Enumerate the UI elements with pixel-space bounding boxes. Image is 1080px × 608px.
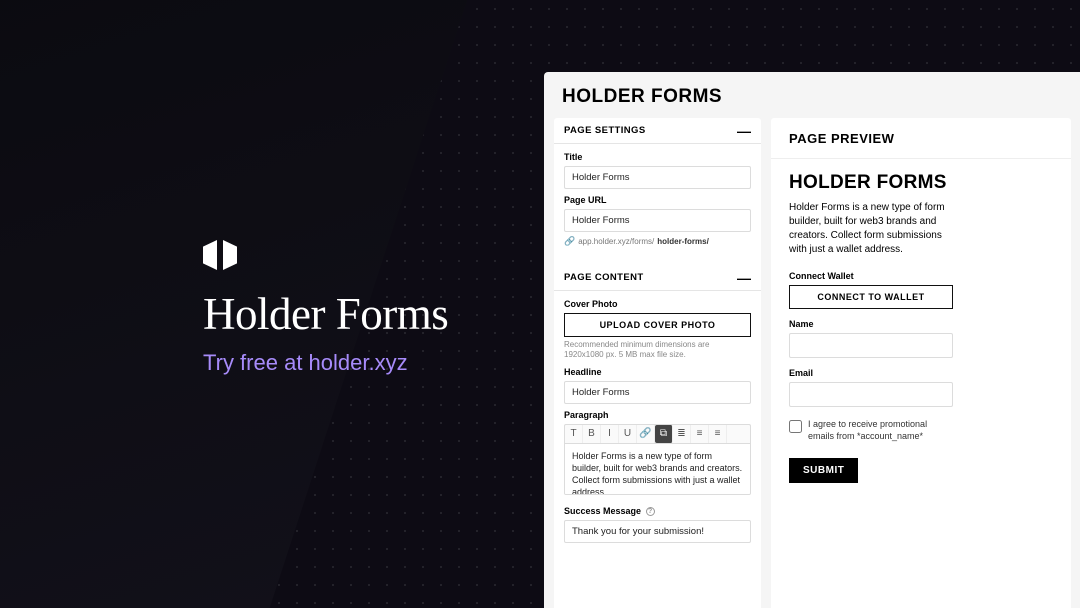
cover-photo-label: Cover Photo — [564, 299, 751, 309]
help-icon[interactable]: ? — [646, 507, 655, 516]
rte-link-button[interactable]: 🔗 — [637, 425, 655, 443]
collapse-icon: — — [737, 273, 751, 283]
preview-paragraph: Holder Forms is a new type of form build… — [789, 201, 953, 257]
consent-row: I agree to receive promotional emails fr… — [789, 419, 953, 442]
page-url-label: Page URL — [564, 195, 751, 205]
connect-wallet-label: Connect Wallet — [789, 271, 953, 281]
hero-title: Holder Forms — [203, 288, 448, 340]
page-preview-body: Holder Forms Holder Forms is a new type … — [771, 159, 971, 501]
consent-text: I agree to receive promotional emails fr… — [808, 419, 953, 442]
success-message-input[interactable] — [564, 520, 751, 543]
rte-font-button[interactable]: T — [565, 425, 583, 443]
email-input[interactable] — [789, 382, 953, 407]
title-input[interactable] — [564, 166, 751, 189]
rte-bold-button[interactable]: B — [583, 425, 601, 443]
collapse-icon: — — [737, 126, 751, 136]
hero: Holder Forms Try free at holder.xyz — [203, 240, 448, 376]
rte-list-unordered-button[interactable]: ≡ — [691, 425, 709, 443]
headline-label: Headline — [564, 367, 751, 377]
section-title: Page Preview — [789, 131, 894, 146]
page-preview-header: Page Preview — [771, 118, 1071, 159]
preview-column: Page Preview Holder Forms Holder Forms i… — [771, 118, 1071, 608]
rich-text-toolbar: T B I U 🔗 ⧉ ≣ ≡ ≡ — [564, 424, 751, 443]
preview-heading: Holder Forms — [789, 173, 953, 193]
rte-list-ordered-button[interactable]: ≣ — [673, 425, 691, 443]
section-title: Page Content — [564, 272, 644, 283]
success-message-label: Success Message ? — [564, 506, 751, 516]
app-title: Holder Forms — [562, 86, 1062, 108]
page-url-hint: 🔗 app.holder.xyz/forms/holder-forms/ — [564, 236, 751, 247]
hero-subtitle: Try free at holder.xyz — [203, 350, 448, 376]
upload-cover-photo-button[interactable]: Upload Cover Photo — [564, 313, 751, 337]
connect-to-wallet-button[interactable]: Connect to Wallet — [789, 285, 953, 309]
link-icon: 🔗 — [564, 236, 575, 247]
app-preview-window: Holder Forms Page Settings — Title Page … — [544, 72, 1080, 608]
page-content-header[interactable]: Page Content — — [554, 265, 761, 291]
page-settings-header[interactable]: Page Settings — — [554, 118, 761, 144]
rte-italic-button[interactable]: I — [601, 425, 619, 443]
page-content-card: Page Content — Cover Photo Upload Cover … — [554, 265, 761, 553]
section-title: Page Settings — [564, 125, 646, 136]
rte-underline-button[interactable]: U — [619, 425, 637, 443]
app-header: Holder Forms — [544, 72, 1080, 118]
name-label: Name — [789, 319, 953, 329]
paragraph-label: Paragraph — [564, 410, 751, 420]
name-input[interactable] — [789, 333, 953, 358]
consent-checkbox[interactable] — [789, 420, 802, 433]
page-url-input[interactable] — [564, 209, 751, 232]
email-label: Email — [789, 368, 953, 378]
editor-column: Page Settings — Title Page URL 🔗 app.hol… — [554, 118, 761, 608]
page-settings-card: Page Settings — Title Page URL 🔗 app.hol… — [554, 118, 761, 257]
paragraph-textarea[interactable]: Holder Forms is a new type of form build… — [564, 443, 751, 495]
headline-input[interactable] — [564, 381, 751, 404]
holder-logo-icon — [203, 240, 448, 270]
rte-align-button[interactable]: ≡ — [709, 425, 727, 443]
submit-button[interactable]: Submit — [789, 458, 858, 483]
cover-photo-hint: Recommended minimum dimensions are 1920x… — [564, 340, 751, 361]
title-label: Title — [564, 152, 751, 162]
rte-insert-button[interactable]: ⧉ — [655, 425, 673, 443]
